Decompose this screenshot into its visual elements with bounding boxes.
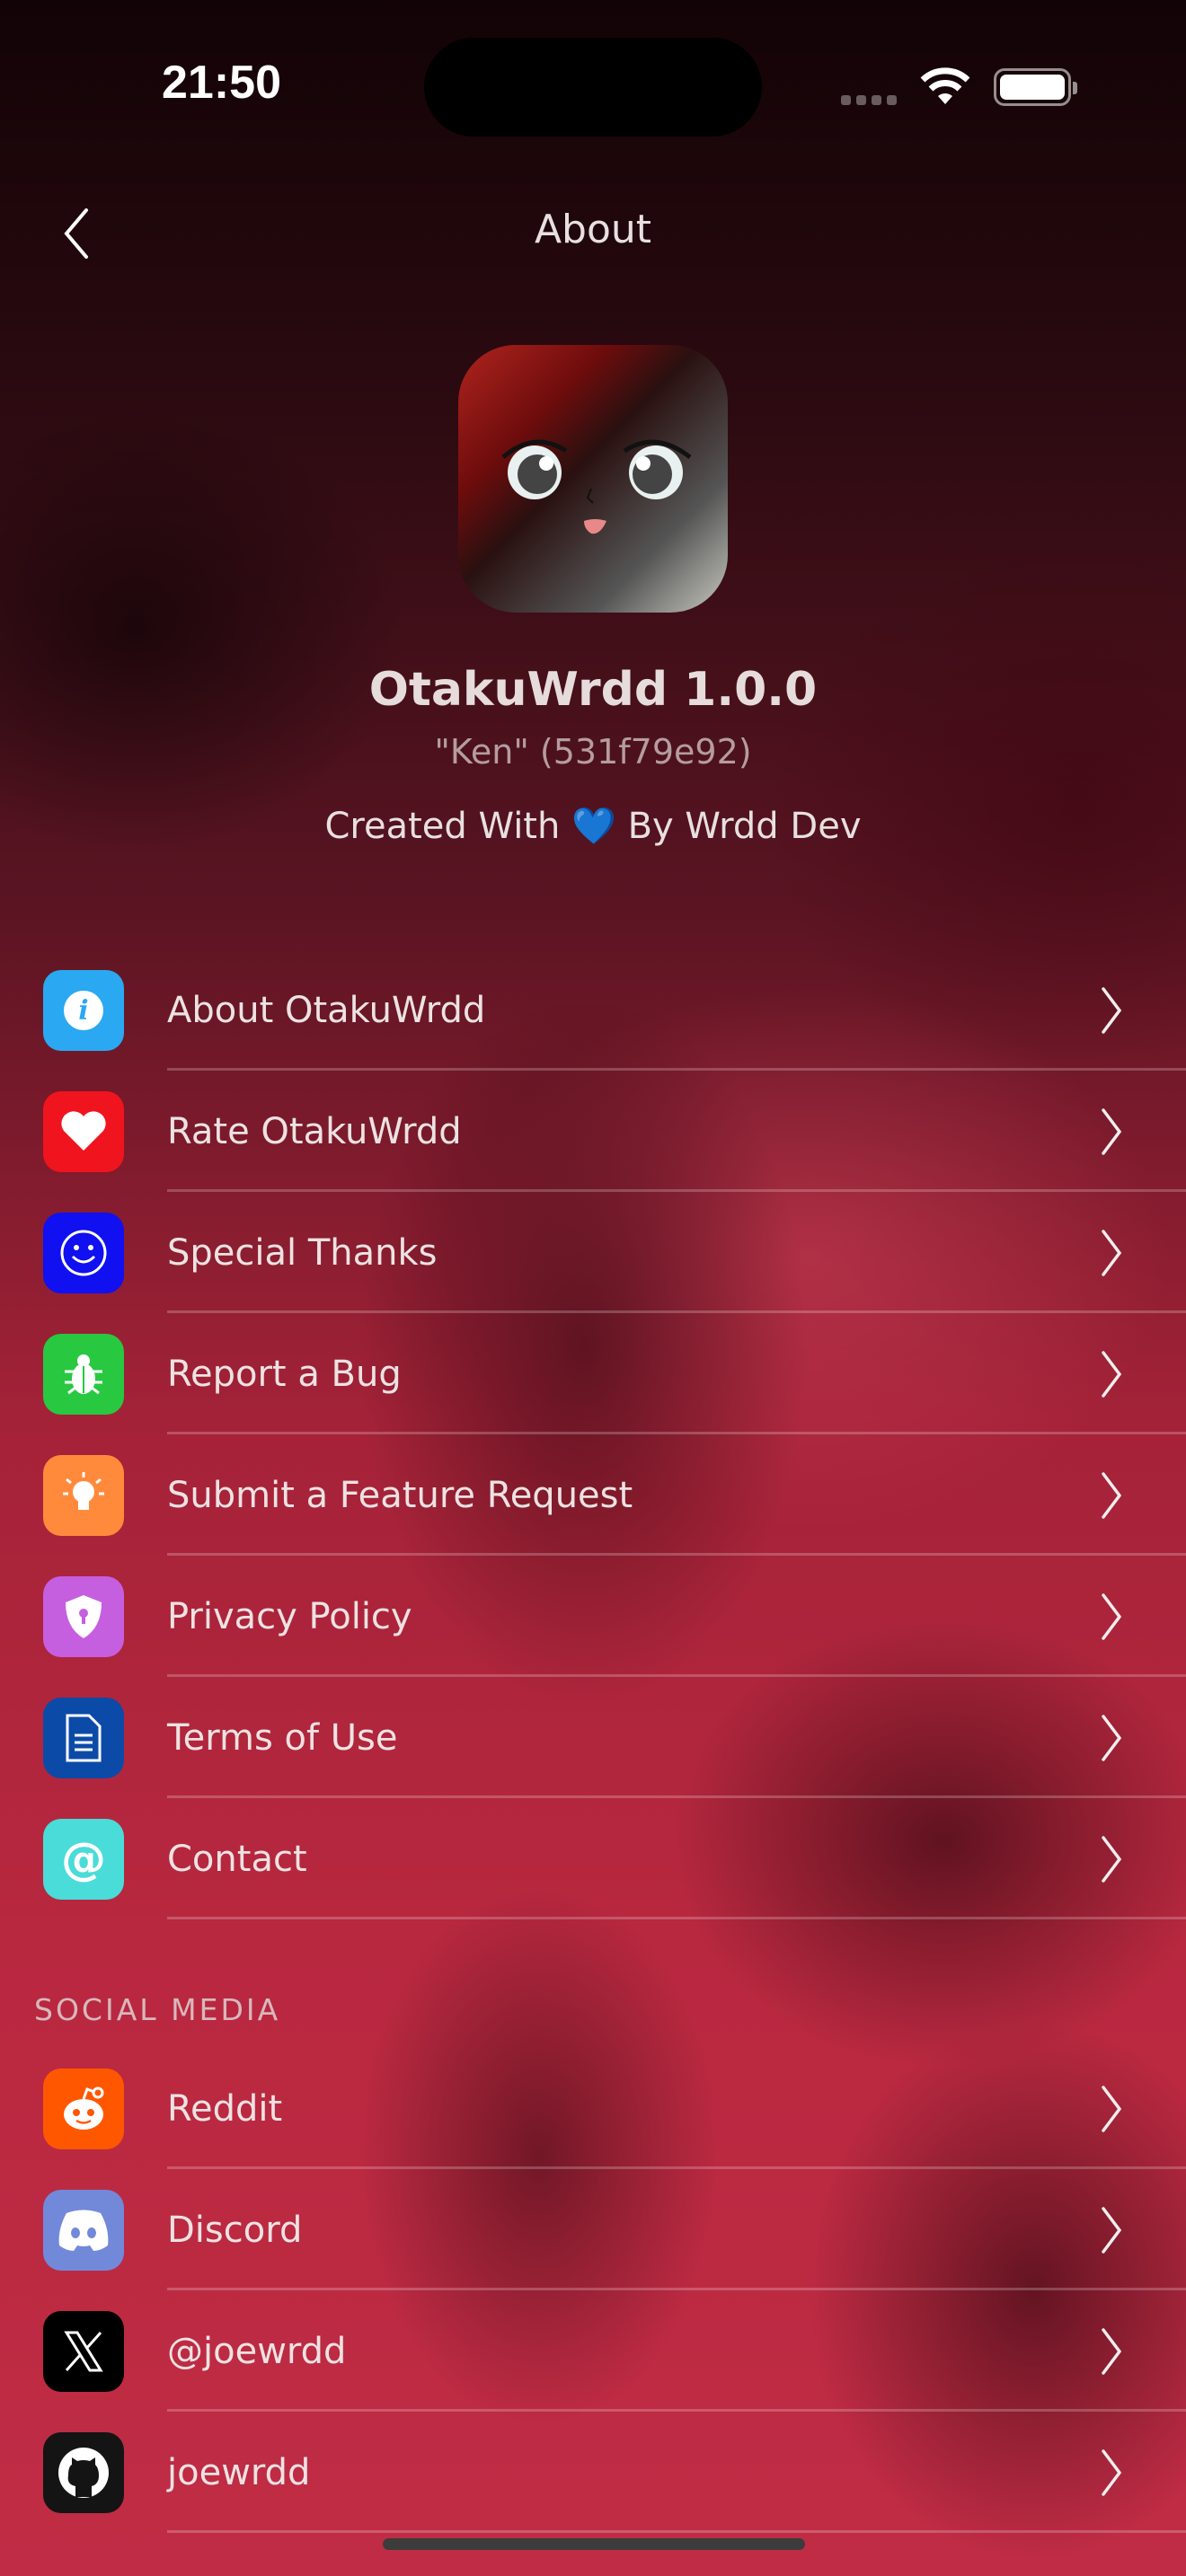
list-item-report-a-bug[interactable]: Report a Bug [0,1313,1186,1434]
chevron-right-icon [1102,2327,1122,2375]
list-item-contact[interactable]: @ Contact [0,1798,1186,1919]
info-icon: i [43,969,124,1051]
separator [167,1917,1186,1919]
svg-text:i: i [78,995,88,1027]
list-item-special-thanks[interactable]: Special Thanks [0,1192,1186,1313]
heart-icon: 💙 [571,806,616,847]
list-item-label: @joewrdd [167,2330,347,2372]
smiley-icon [43,1212,124,1293]
list-item-label: Privacy Policy [167,1595,412,1637]
x-icon [43,2310,124,2392]
discord-icon [43,2189,124,2271]
wifi-icon [920,67,970,104]
list-item-joewrdd[interactable]: @joewrdd [0,2290,1186,2412]
chevron-right-icon [1102,1471,1122,1519]
lightbulb-icon [43,1454,124,1536]
battery-icon [994,68,1077,106]
chevron-right-icon [1102,2448,1122,2496]
reddit-icon [43,2068,124,2149]
list-item-privacy-policy[interactable]: Privacy Policy [0,1556,1186,1677]
app-icon-image [458,345,728,613]
section-header-social-media: SOCIAL MEDIA [34,1992,281,2027]
chevron-right-icon [1102,1835,1122,1883]
heart-icon [43,1090,124,1172]
build-info: "Ken" (531f79e92) [434,732,752,772]
document-icon [43,1697,124,1778]
chevron-right-icon [1102,1350,1122,1398]
credit-line: Created With 💙 By Wrdd Dev [0,805,1186,847]
chevron-right-icon [1102,1714,1122,1761]
list-item-label: Terms of Use [167,1716,398,1759]
list-item-terms-of-use[interactable]: Terms of Use [0,1677,1186,1798]
list-item-label: Discord [167,2209,303,2251]
separator [167,2530,1186,2533]
chevron-right-icon [1102,1592,1122,1640]
bug-icon [43,1333,124,1415]
list-item-rate-otakuwrdd[interactable]: Rate OtakuWrdd [0,1071,1186,1192]
chevron-right-icon [1102,1107,1122,1155]
list-item-reddit[interactable]: Reddit [0,2048,1186,2169]
credit-text: Created With [324,806,561,847]
social-list: Reddit Discord @joewrdd joewrdd [0,2048,1186,2533]
shield-icon [43,1575,124,1657]
list-item-label: Report a Bug [167,1353,402,1395]
chevron-right-icon [1102,986,1122,1034]
github-icon [43,2431,124,2513]
list-item-joewrdd[interactable]: joewrdd [0,2412,1186,2533]
list-item-about-otakuwrdd[interactable]: i About OtakuWrdd [0,949,1186,1071]
list-item-submit-a-feature-request[interactable]: Submit a Feature Request [0,1434,1186,1556]
list-item-label: Reddit [167,2087,283,2130]
page-title: About [534,207,652,252]
chevron-right-icon [1102,1229,1122,1276]
chevron-right-icon [1102,2085,1122,2132]
about-list: i About OtakuWrdd Rate OtakuWrdd Special Th… [0,949,1186,1919]
signal-icon [841,95,897,105]
chevron-right-icon [1102,2206,1122,2254]
status-time: 21:50 [162,57,281,109]
list-item-label: Special Thanks [167,1231,438,1274]
app-name-version: OtakuWrdd 1.0.0 [368,663,818,717]
at-icon: @ [43,1818,124,1900]
dynamic-island [424,38,762,137]
list-item-label: Submit a Feature Request [167,1474,633,1516]
list-item-label: Rate OtakuWrdd [167,1110,462,1152]
list-item-label: joewrdd [167,2451,311,2493]
home-indicator[interactable] [383,2538,805,2550]
list-item-label: Contact [167,1838,307,1880]
list-item-label: About OtakuWrdd [167,989,486,1031]
credit-author: By Wrdd Dev [627,806,862,847]
list-item-discord[interactable]: Discord [0,2169,1186,2290]
status-bar: 21:50 [0,0,1186,180]
